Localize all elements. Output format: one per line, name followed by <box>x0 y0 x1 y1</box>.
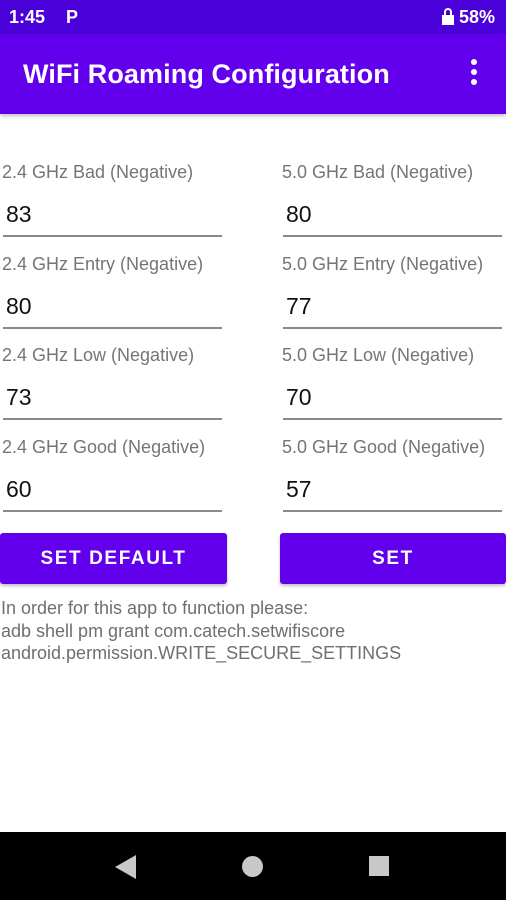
set-default-button[interactable]: SET DEFAULT <box>0 533 227 584</box>
battery-level: 58% <box>459 7 496 27</box>
input-24-low[interactable] <box>3 380 222 420</box>
input-50-low[interactable] <box>283 380 502 420</box>
battery-lock-icon <box>442 8 454 25</box>
more-vert-icon[interactable] <box>462 59 486 89</box>
permission-info: In order for this app to function please… <box>1 597 506 665</box>
back-icon[interactable] <box>114 854 138 880</box>
input-50-bad[interactable] <box>283 197 502 237</box>
input-50-good[interactable] <box>283 472 502 512</box>
input-24-entry[interactable] <box>3 289 222 329</box>
app-bar: WiFi Roaming Configuration <box>0 34 506 114</box>
input-50-entry[interactable] <box>283 289 502 329</box>
input-24-good[interactable] <box>3 472 222 512</box>
label-24-good: 2.4 GHz Good (Negative) <box>2 437 206 457</box>
input-24-bad[interactable] <box>3 197 222 237</box>
label-24-entry: 2.4 GHz Entry (Negative) <box>2 254 204 274</box>
set-button[interactable]: SET <box>280 533 506 584</box>
page-title: WiFi Roaming Configuration <box>23 59 390 89</box>
info-line: adb shell pm grant com.catech.setwifisco… <box>1 620 346 641</box>
status-time: 1:45 <box>9 7 46 27</box>
parking-icon: P <box>66 7 79 27</box>
status-bar: 1:45 P 58% <box>0 0 506 34</box>
info-line: android.permission.WRITE_SECURE_SETTINGS <box>1 643 402 663</box>
recents-icon[interactable] <box>369 856 389 876</box>
label-50-bad: 5.0 GHz Bad (Negative) <box>282 162 474 182</box>
label-50-low: 5.0 GHz Low (Negative) <box>282 345 475 365</box>
info-line: In order for this app to function please… <box>1 598 309 618</box>
home-icon[interactable] <box>242 856 263 877</box>
label-24-low: 2.4 GHz Low (Negative) <box>2 345 195 365</box>
label-50-good: 5.0 GHz Good (Negative) <box>282 437 486 457</box>
label-24-bad: 2.4 GHz Bad (Negative) <box>2 162 194 182</box>
navigation-bar <box>0 832 506 900</box>
label-50-entry: 5.0 GHz Entry (Negative) <box>282 254 484 274</box>
